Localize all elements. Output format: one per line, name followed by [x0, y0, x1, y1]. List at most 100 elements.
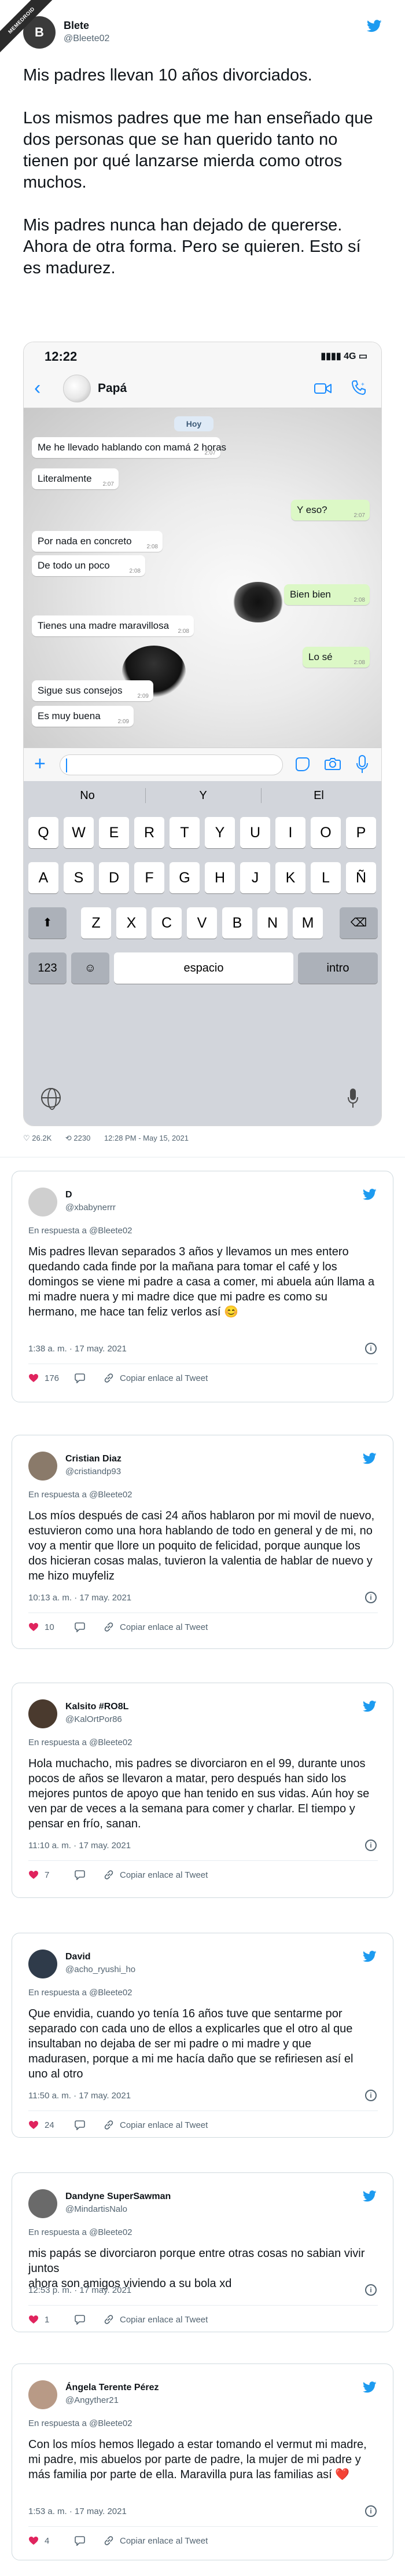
info-icon[interactable]: i — [365, 2090, 377, 2101]
numbers-key[interactable]: 123 — [28, 952, 67, 984]
reply-button[interactable] — [75, 2119, 91, 2132]
author-handle[interactable]: @xbabynerrr — [65, 1203, 116, 1212]
globe-icon[interactable] — [41, 1088, 61, 1110]
key-t[interactable]: T — [170, 817, 200, 848]
copy-link-button[interactable]: Copiar enlace al Tweet — [104, 1372, 208, 1386]
key-y[interactable]: Y — [205, 817, 235, 848]
retweet-count[interactable]: ⟲ 2230 — [65, 1134, 96, 1142]
video-call-icon[interactable] — [314, 383, 332, 394]
copy-link-button[interactable]: Copiar enlace al Tweet — [104, 2313, 208, 2327]
message-bubble[interactable]: Me he llevado hablando con mamá 2 horas … — [32, 437, 226, 458]
reply-button[interactable] — [75, 1372, 91, 1386]
key-p[interactable]: P — [346, 817, 376, 848]
suggestion-item[interactable]: El — [261, 781, 377, 810]
key-q[interactable]: Q — [28, 817, 58, 848]
key-n[interactable]: N — [257, 907, 288, 939]
reply-timestamp[interactable]: 11:10 a. m. · 17 may. 2021 — [28, 1841, 131, 1851]
key-l[interactable]: L — [311, 862, 341, 893]
reply-tweet-card[interactable]: David @acho_ryushi_ho En respuesta a @Blee… — [12, 1933, 393, 2138]
avatar[interactable] — [28, 1950, 57, 1978]
key-h[interactable]: H — [205, 862, 235, 893]
avatar[interactable] — [28, 1188, 57, 1216]
twitter-bird-icon[interactable] — [363, 1701, 377, 1712]
info-icon[interactable]: i — [365, 1343, 377, 1354]
author-handle[interactable]: @MindartisNalo — [65, 2204, 127, 2214]
contact-name[interactable]: Papá — [98, 382, 127, 395]
message-bubble[interactable]: Por nada en concreto 2:08 — [32, 531, 163, 552]
twitter-bird-icon[interactable] — [363, 1189, 377, 1200]
reply-timestamp[interactable]: 11:50 a. m. · 17 may. 2021 — [28, 2091, 131, 2101]
key-e[interactable]: E — [99, 817, 129, 848]
camera-icon[interactable] — [325, 757, 341, 770]
message-bubble[interactable]: Es muy buena 2:09 — [32, 706, 134, 727]
backspace-key[interactable]: ⌫ — [340, 907, 378, 939]
message-bubble[interactable]: Literalmente 2:07 — [32, 468, 119, 489]
reply-button[interactable] — [75, 2534, 91, 2548]
key-m[interactable]: M — [293, 907, 323, 939]
author-name[interactable]: Blete — [64, 20, 89, 32]
reply-tweet-card[interactable]: D @xbabynerrr En respuesta a @Bleete02 Mis … — [12, 1171, 393, 1402]
author-handle[interactable]: @cristiandp93 — [65, 1467, 121, 1476]
key-v[interactable]: V — [187, 907, 217, 939]
reply-tweet-card[interactable]: Cristian Diaz @cristiandp93 En respuesta a… — [12, 1435, 393, 1649]
in-reply-to[interactable]: En respuesta a @Bleete02 — [28, 2227, 132, 2237]
message-bubble[interactable]: Tienes una madre maravillosa 2:08 — [32, 615, 194, 636]
reply-timestamp[interactable]: 1:38 a. m. · 17 may. 2021 — [28, 1344, 127, 1354]
twitter-bird-icon[interactable] — [363, 1951, 377, 1962]
like-count[interactable]: ♡ 26.2K — [23, 1134, 57, 1142]
key-x[interactable]: X — [116, 907, 146, 939]
twitter-bird-icon[interactable] — [363, 1453, 377, 1464]
like-button[interactable]: 4 — [28, 2534, 49, 2548]
key-s[interactable]: S — [64, 862, 94, 893]
info-icon[interactable]: i — [365, 1840, 377, 1851]
copy-link-button[interactable]: Copiar enlace al Tweet — [104, 2534, 208, 2548]
info-icon[interactable]: i — [365, 2505, 377, 2517]
key-u[interactable]: U — [240, 817, 270, 848]
author-name[interactable]: Ángela Terente Pérez — [65, 2383, 159, 2393]
twitter-bird-icon[interactable] — [367, 20, 382, 32]
microphone-icon[interactable] — [356, 755, 369, 774]
key-f[interactable]: F — [134, 862, 164, 893]
like-button[interactable]: 1 — [28, 2313, 49, 2327]
like-button[interactable]: 24 — [28, 2119, 54, 2132]
reply-timestamp[interactable]: 10:13 a. m. · 17 may. 2021 — [28, 1593, 131, 1603]
key-o[interactable]: O — [311, 817, 341, 848]
author-handle[interactable]: @Bleete02 — [64, 34, 109, 44]
key-c[interactable]: C — [152, 907, 182, 939]
back-chevron-icon[interactable]: ‹ — [34, 378, 41, 398]
avatar[interactable] — [28, 2380, 57, 2409]
author-name[interactable]: Dandyne SuperSawman — [65, 2192, 171, 2202]
reply-button[interactable] — [75, 1621, 91, 1635]
key-ñ[interactable]: Ñ — [346, 862, 376, 893]
message-input[interactable] — [60, 754, 283, 775]
key-g[interactable]: G — [170, 862, 200, 893]
suggestion-item[interactable]: Y — [145, 781, 261, 810]
twitter-bird-icon[interactable] — [363, 2190, 377, 2202]
emoji-key[interactable]: ☺ — [71, 952, 109, 984]
reply-timestamp[interactable]: 1:53 a. m. · 17 may. 2021 — [28, 2507, 127, 2516]
info-icon[interactable]: i — [365, 1592, 377, 1603]
author-name[interactable]: Kalsito #RO8L — [65, 1702, 128, 1712]
key-b[interactable]: B — [222, 907, 252, 939]
reply-button[interactable] — [75, 1868, 91, 1882]
message-bubble[interactable]: Y eso? 2:07 — [291, 500, 370, 521]
in-reply-to[interactable]: En respuesta a @Bleete02 — [28, 1988, 132, 1998]
reply-timestamp[interactable]: 12:53 p. m. · 17 may. 2021 — [28, 2285, 131, 2295]
twitter-bird-icon[interactable] — [363, 2381, 377, 2393]
author-name[interactable]: David — [65, 1952, 91, 1962]
author-name[interactable]: D — [65, 1190, 72, 1200]
author-handle[interactable]: @KalOrtPor86 — [65, 1714, 122, 1724]
copy-link-button[interactable]: Copiar enlace al Tweet — [104, 1868, 208, 1882]
contact-avatar[interactable] — [63, 375, 91, 402]
avatar[interactable] — [28, 1452, 57, 1481]
enter-key[interactable]: intro — [298, 952, 378, 984]
key-z[interactable]: Z — [81, 907, 111, 939]
chat-area[interactable]: Hoy Me he llevado hablando con mamá 2 ho… — [24, 408, 381, 747]
tweet-timestamp[interactable]: 12:28 PM - May 15, 2021 — [104, 1134, 189, 1142]
like-button[interactable]: 176 — [28, 1372, 59, 1386]
reply-tweet-card[interactable]: Kalsito #RO8L @KalOrtPor86 En respuesta a … — [12, 1683, 393, 1898]
like-button[interactable]: 10 — [28, 1621, 54, 1635]
key-w[interactable]: W — [64, 817, 94, 848]
message-bubble[interactable]: Sigue sus consejos 2:09 — [32, 680, 153, 701]
avatar[interactable] — [28, 2189, 57, 2218]
